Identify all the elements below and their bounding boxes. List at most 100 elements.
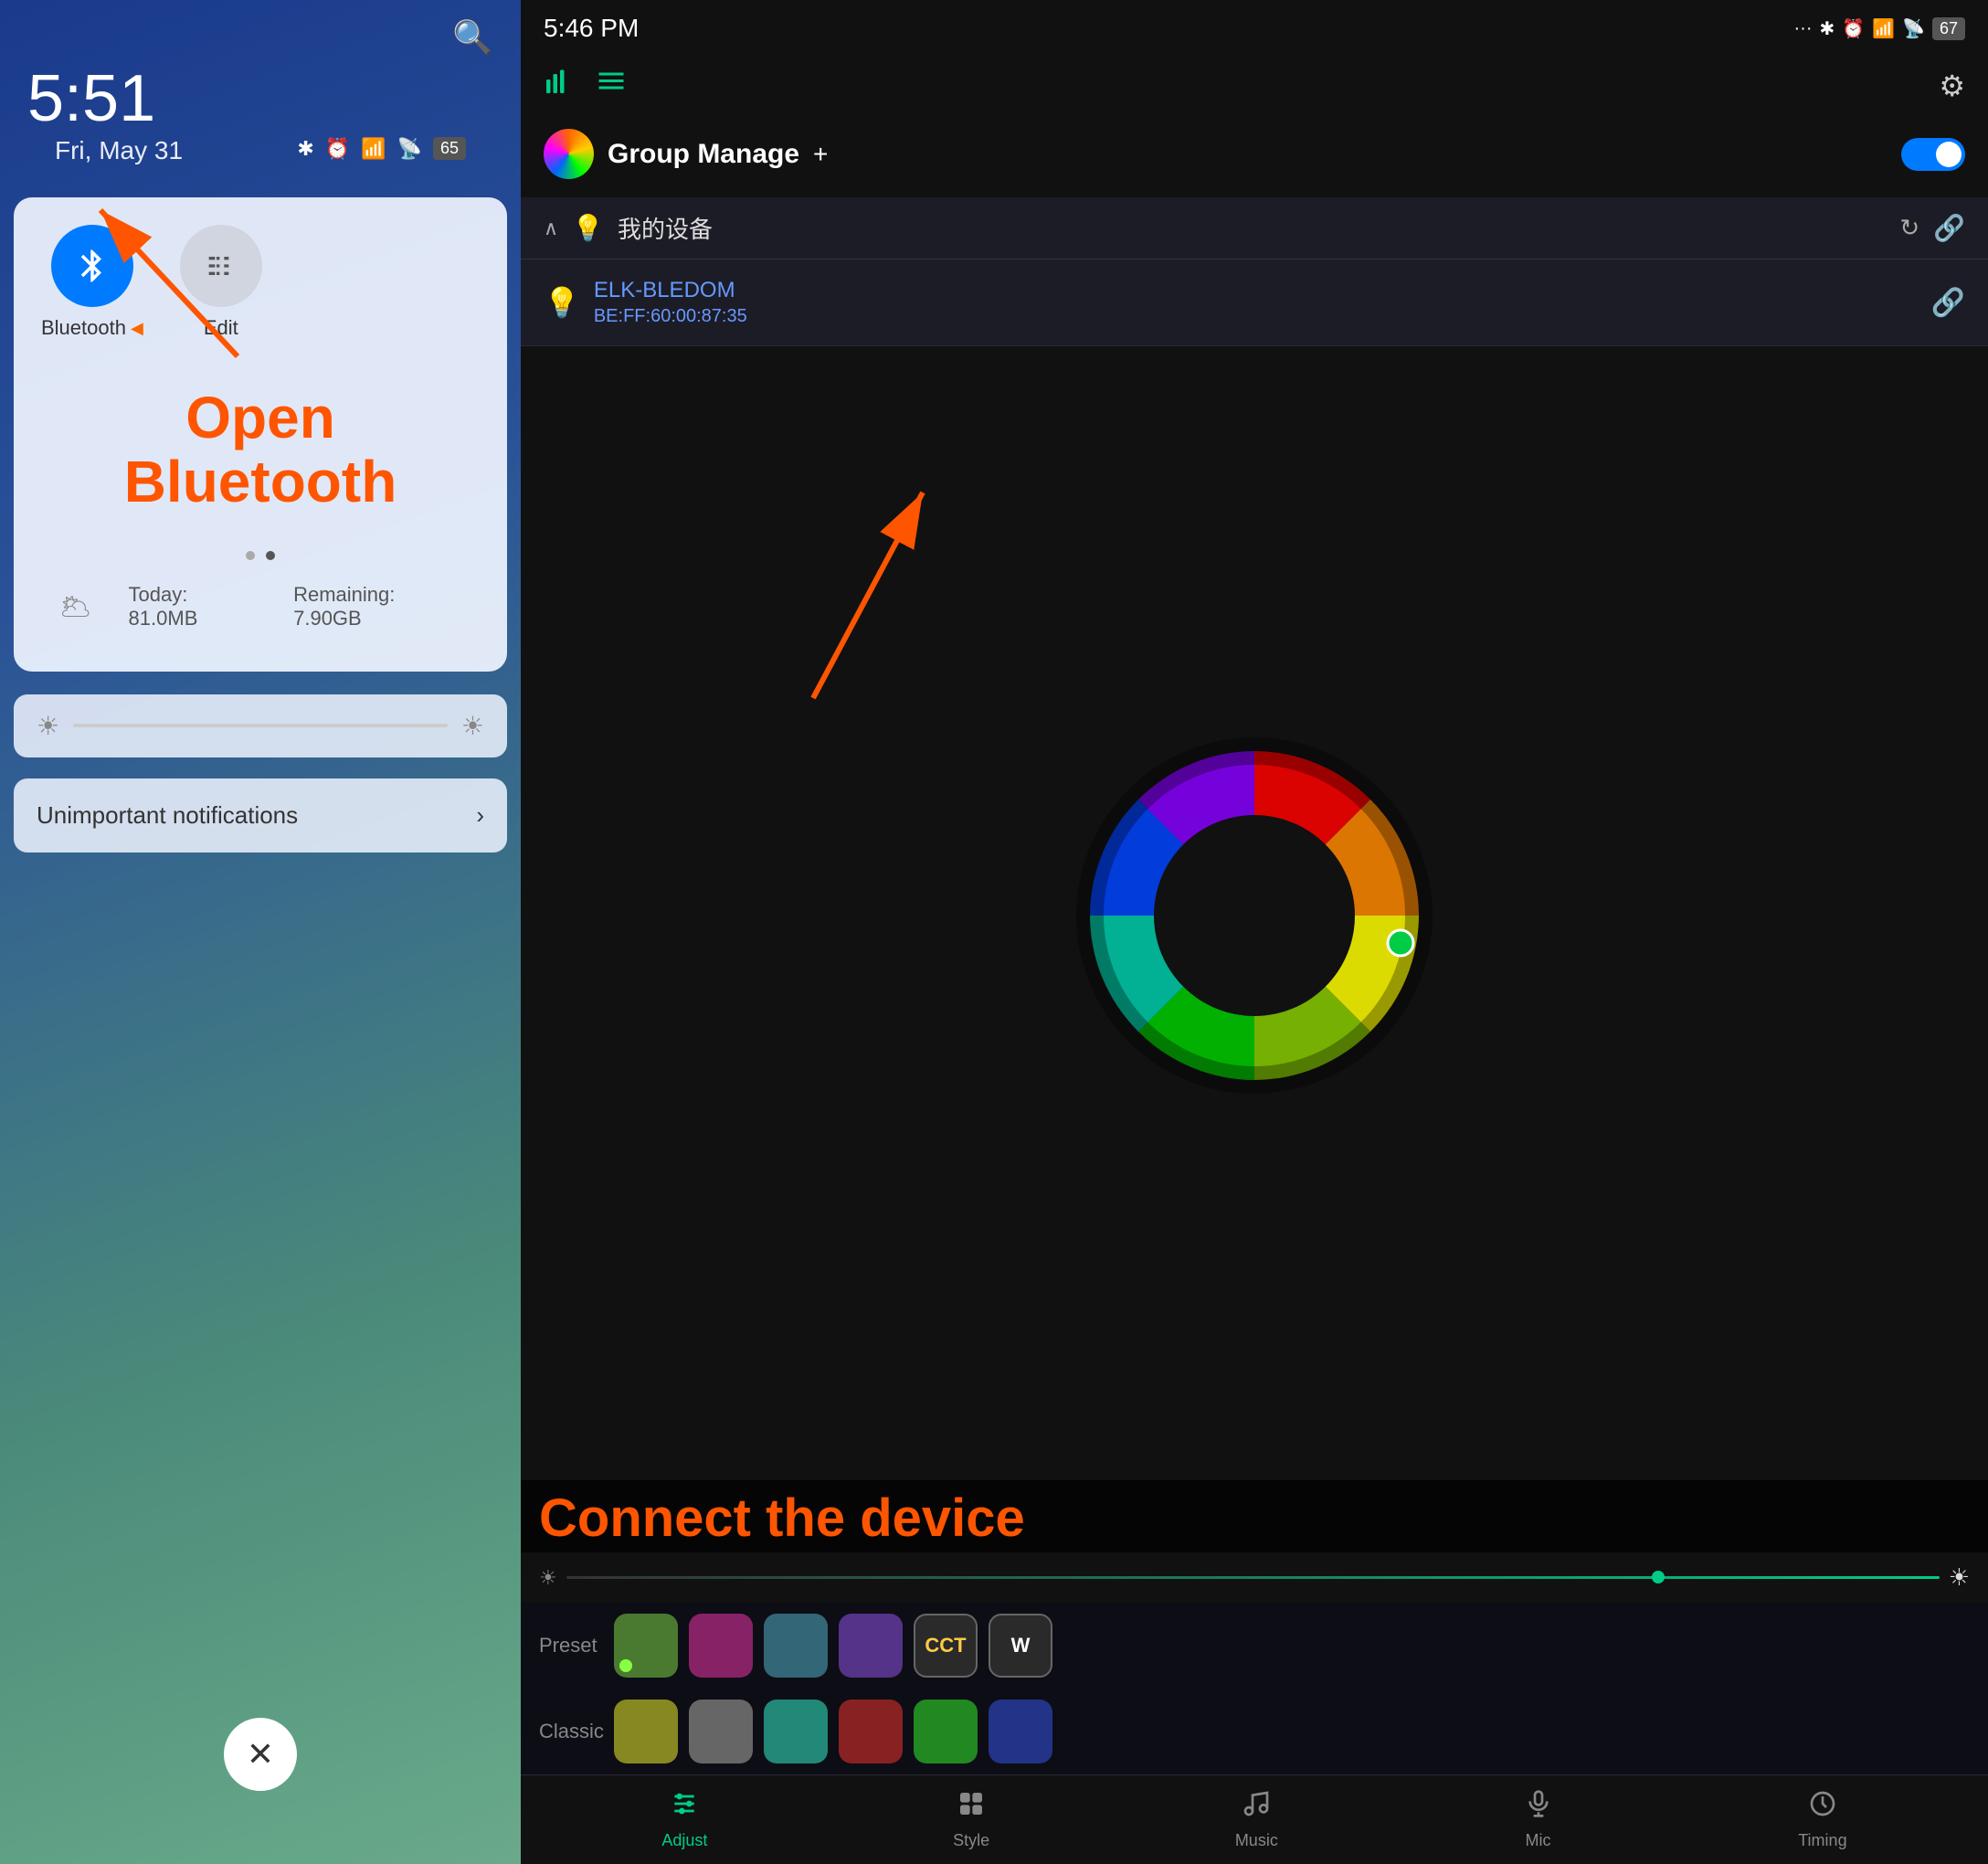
linked-indicator: 🔗 [1933,213,1965,243]
classic-swatch-3[interactable] [764,1700,828,1763]
style-label: Style [953,1831,989,1850]
data-usage-row: 🌥 Today: 81.0MB Remaining: 7.90GB [41,569,480,644]
classic-swatch-2[interactable] [689,1700,753,1763]
dot-1 [246,551,255,560]
device-row[interactable]: 💡 ELK-BLEDOM BE:FF:60:00:87:35 🔗 [521,259,1988,346]
preset-swatch-4[interactable] [839,1614,903,1678]
music-icon [1242,1789,1271,1826]
left-panel: 🔍 5:51 Fri, May 31 ✱ ⏰ 📶 📡 65 [0,0,521,1864]
preset-swatch-3[interactable] [764,1614,828,1678]
bluetooth-status-icon: ✱ [297,137,313,161]
brightness-sun-left: ☀ [539,1566,557,1590]
edit-label: Edit [204,316,238,340]
nav-adjust[interactable]: Adjust [661,1789,707,1850]
preset-w[interactable]: W [989,1614,1052,1678]
connect-device-text-area: Connect the device [521,1480,1988,1552]
group-manage-title: Group Manage [608,139,799,170]
classic-swatch-6[interactable] [989,1700,1052,1763]
preset-row: Preset CCT W [521,1603,1988,1689]
style-icon [957,1789,986,1826]
notifications-row[interactable]: Unimportant notifications › [14,778,507,853]
adjust-icon [670,1789,699,1826]
brightness-sun-right: ☀ [1949,1563,1970,1592]
left-status-bar: 🔍 [0,0,521,66]
device-info: ELK-BLEDOM BE:FF:60:00:87:35 [594,278,1918,327]
dots-icon: ··· [1794,18,1813,39]
color-wheel-area [521,351,1988,1480]
device-name: ELK-BLEDOM [594,278,1918,303]
close-icon: ✕ [247,1735,274,1774]
classic-swatch-5[interactable] [914,1700,978,1763]
left-status-icons: ✱ ⏰ 📶 📡 65 [297,137,466,161]
device-mac: BE:FF:60:00:87:35 [594,306,1918,327]
preset-swatch-2[interactable] [689,1614,753,1678]
settings-icon[interactable]: ⚙ [1939,69,1965,103]
bulb-icon: 💡 [572,213,604,243]
w-label: W [1011,1634,1031,1657]
close-button[interactable]: ✕ [224,1718,297,1791]
group-manage-row: Group Manage + [521,115,1988,193]
bluetooth-toggle-item[interactable]: Bluetooth ◀ [41,225,143,340]
dot-2 [266,551,275,560]
nav-style[interactable]: Style [953,1789,989,1850]
brightness-icon-right: ☀ [461,711,484,741]
left-time: 5:51 [27,66,493,132]
brightness-bottom[interactable]: ☀ ☀ [521,1552,1988,1603]
quick-settings-icons: Bluetooth ◀ Edit [41,225,480,340]
group-avatar [544,129,594,179]
add-group-button[interactable]: + [813,140,828,169]
bluetooth-icon-circle[interactable] [51,225,133,307]
search-icon[interactable]: 🔍 [452,18,493,57]
mic-icon [1524,1789,1553,1826]
right-panel: 5:46 PM ··· ✱ ⏰ 📶 📡 67 [521,0,1988,1864]
alarm-icon: ⏰ [325,137,350,161]
classic-label: Classic [539,1720,603,1743]
wifi-right-icon: 📡 [1902,17,1925,40]
brightness-bottom-slider[interactable] [566,1576,1940,1579]
refresh-icon[interactable]: ↻ [1899,214,1919,242]
mic-label: Mic [1526,1831,1551,1850]
data-remaining: Remaining: 7.90GB [293,583,461,630]
battery-left: 65 [433,137,466,160]
preset-label: Preset [539,1634,603,1657]
collapse-icon[interactable]: ∧ [544,217,558,240]
adjust-label: Adjust [661,1831,707,1850]
wifi-icon: 📡 [397,137,422,161]
header-left-icons [544,66,628,106]
bluetooth-label: Bluetooth ◀ [41,316,143,340]
battery-right: 67 [1932,17,1965,40]
right-status-icons: ··· ✱ ⏰ 📶 📡 67 [1794,17,1966,40]
color-wheel[interactable] [1044,705,1465,1126]
data-today: Today: 81.0MB [129,583,258,630]
preset-swatch-1[interactable] [614,1614,678,1678]
device-section: ∧ 💡 我的设备 ↻ 🔗 💡 ELK-BLEDOM BE:FF:60:00:87… [521,197,1988,346]
bottom-nav: Adjust Style Music [521,1774,1988,1864]
cloud-icon: 🌥 [59,591,92,621]
classic-swatch-1[interactable] [614,1700,678,1763]
quick-settings-card: Bluetooth ◀ Edit Open Bluetooth 🌥 [14,197,507,672]
device-bulb-icon: 💡 [544,285,580,320]
group-toggle[interactable] [1901,138,1965,171]
equalizer-icon[interactable] [544,66,576,106]
page-dots [41,551,480,560]
classic-swatch-4[interactable] [839,1700,903,1763]
bluetooth-arrow-indicator: ◀ [131,319,143,338]
preset-cct[interactable]: CCT [914,1614,978,1678]
connect-device-text: Connect the device [539,1489,1970,1548]
nav-music[interactable]: Music [1235,1789,1278,1850]
nav-mic[interactable]: Mic [1524,1789,1553,1850]
timing-label: Timing [1798,1831,1846,1850]
music-label: Music [1235,1831,1278,1850]
group-manage-left: Group Manage + [544,129,828,179]
connect-link-icon[interactable]: 🔗 [1931,287,1965,319]
right-time: 5:46 PM [544,14,639,43]
edit-item[interactable]: Edit [180,225,262,340]
brightness-slider[interactable] [73,724,448,727]
classic-row: Classic [521,1689,1988,1774]
edit-icon-circle[interactable] [180,225,262,307]
notif-text: Unimportant notifications [37,801,298,830]
nav-timing[interactable]: Timing [1798,1789,1846,1850]
brightness-row[interactable]: ☀ ☀ [14,694,507,757]
list-icon[interactable] [595,66,628,106]
device-header: ∧ 💡 我的设备 ↻ 🔗 [521,197,1988,259]
